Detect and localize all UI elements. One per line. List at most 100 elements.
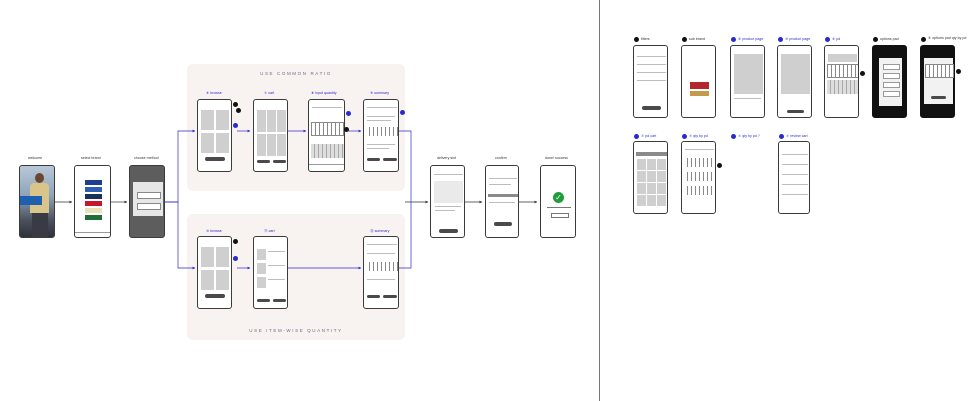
marker-options-pad-by-pd [921,37,926,42]
person-head [35,173,44,183]
summary-button-left[interactable] [367,158,380,161]
product-a-text [734,98,761,99]
pd-cart-col-2 [647,159,656,207]
screen-delivery-slot[interactable] [430,165,465,238]
screen-confirm[interactable] [485,165,519,238]
label-ratio-browse: ⑥ browse [206,91,222,95]
screen-filters[interactable] [633,45,668,118]
filters-apply-button[interactable] [642,106,661,110]
method-option-ratio[interactable] [137,192,161,199]
brand-tile-4[interactable] [85,201,102,206]
item-cart-button-left[interactable] [257,299,270,302]
screen-ratio-browse[interactable] [197,99,232,172]
success-button[interactable] [551,213,569,218]
screen-ratio-input-quantity[interactable] [308,99,345,172]
summary-button-right[interactable] [383,158,397,161]
confirm-total-bar [488,194,518,197]
qty-pd-a-table-3[interactable] [684,186,715,195]
cart-button-right[interactable] [273,160,286,163]
summary-table [366,127,398,136]
brand-tile-2[interactable] [85,187,102,192]
screen-choose-method[interactable] [129,165,165,238]
screen-done-success[interactable]: ✓ [540,165,576,238]
item-cart-thumb-2 [257,263,266,274]
qty-pd-a-table-1[interactable] [684,158,715,167]
item-cart-thumb-1 [257,249,266,260]
marker-options-pd-right [956,69,961,74]
screen-pd-cart[interactable] [633,141,668,214]
marker-qty-by-pd-a-right [717,163,722,168]
method-option-itemwise[interactable] [137,203,161,210]
summary-header [367,107,397,108]
item-summary-header [367,244,397,245]
screen-select-brand[interactable] [74,165,111,238]
label-ratio-input-quantity: ⑧ input quantity [311,91,337,95]
pd-a-grid[interactable] [827,80,858,94]
screen-ratio-summary[interactable] [363,99,399,172]
confirm-button[interactable] [494,222,512,226]
cart-grid-3 [277,110,286,132]
marker-pd-a-right [860,71,865,76]
screen-ratio-cart[interactable] [253,99,288,172]
screen-options-pad-by-pd[interactable] [920,45,955,118]
brand-tile-6[interactable] [85,215,102,220]
success-text [547,207,571,208]
brand-tile-5[interactable] [85,208,102,213]
marker-summary [400,110,405,115]
label-choose-method: choose method [134,156,159,160]
item-cart-button-right[interactable] [273,299,286,302]
options-pad-option-4[interactable] [883,91,900,97]
brand-tile-3[interactable] [85,194,102,199]
marker-item-browse-b [233,256,238,261]
screen-welcome[interactable] [19,165,55,238]
marker-ratio-browse-b [236,108,241,113]
options-pd-button[interactable] [931,96,946,99]
marker-pd-a [825,37,830,42]
qty-pd-a-table-2[interactable] [684,172,715,181]
screen-product-page-b[interactable] [777,45,812,118]
screen-pd-a[interactable] [824,45,859,118]
options-pad-option-3[interactable] [883,82,900,88]
browse-cart-button[interactable] [205,157,225,161]
product-b-add-button[interactable] [787,110,804,113]
marker-pd-cart [634,134,639,139]
method-sheet [133,182,163,216]
item-summary-button-right[interactable] [383,295,397,298]
item-browse-grid-1 [201,247,214,267]
sub-brand-tile-gold[interactable] [690,91,709,96]
screen-options-pad[interactable] [872,45,907,118]
confirm-line-2 [489,184,511,185]
options-pd-table[interactable] [925,64,954,78]
screen-review-cart[interactable] [778,141,810,214]
qty-keypad[interactable] [311,144,344,158]
options-pad-option-1[interactable] [883,64,900,70]
item-summary-button-left[interactable] [367,295,380,298]
screen-item-browse[interactable] [197,236,232,309]
label-pd-cart: ⑦ pd cart [641,134,657,138]
cart-button-left[interactable] [257,160,270,163]
item-browse-cart-button[interactable] [205,294,225,298]
screen-item-summary[interactable] [363,236,399,309]
label-qty-by-pd-a: ⑦ qty by pd [689,134,708,138]
marker-options-pad [873,37,878,42]
item-cart-text-2 [268,265,285,266]
delivery-continue-button[interactable] [439,229,458,233]
label-item-summary: ⑫ summary [370,229,390,233]
cart-grid-5 [267,134,276,156]
marker-sub-brand [682,37,687,42]
screen-product-page-a[interactable] [730,45,765,118]
marker-review-cart [779,134,784,139]
item-cart-text-1 [268,251,285,252]
qty-table[interactable] [311,122,344,136]
label-filters: filters [641,37,650,41]
screen-sub-brand[interactable] [681,45,716,118]
screen-qty-by-pd-a[interactable] [681,141,716,214]
sub-brand-tile-red[interactable] [690,82,709,89]
options-pad-option-2[interactable] [883,73,900,79]
pd-a-size-table[interactable] [827,64,858,78]
screen-item-cart[interactable] [253,236,288,309]
label-ratio-cart: ⑦ cart [264,91,275,95]
brand-tile-1[interactable] [85,180,102,185]
label-sub-brand: sub brand [689,37,705,41]
browse-grid-3 [201,133,214,153]
